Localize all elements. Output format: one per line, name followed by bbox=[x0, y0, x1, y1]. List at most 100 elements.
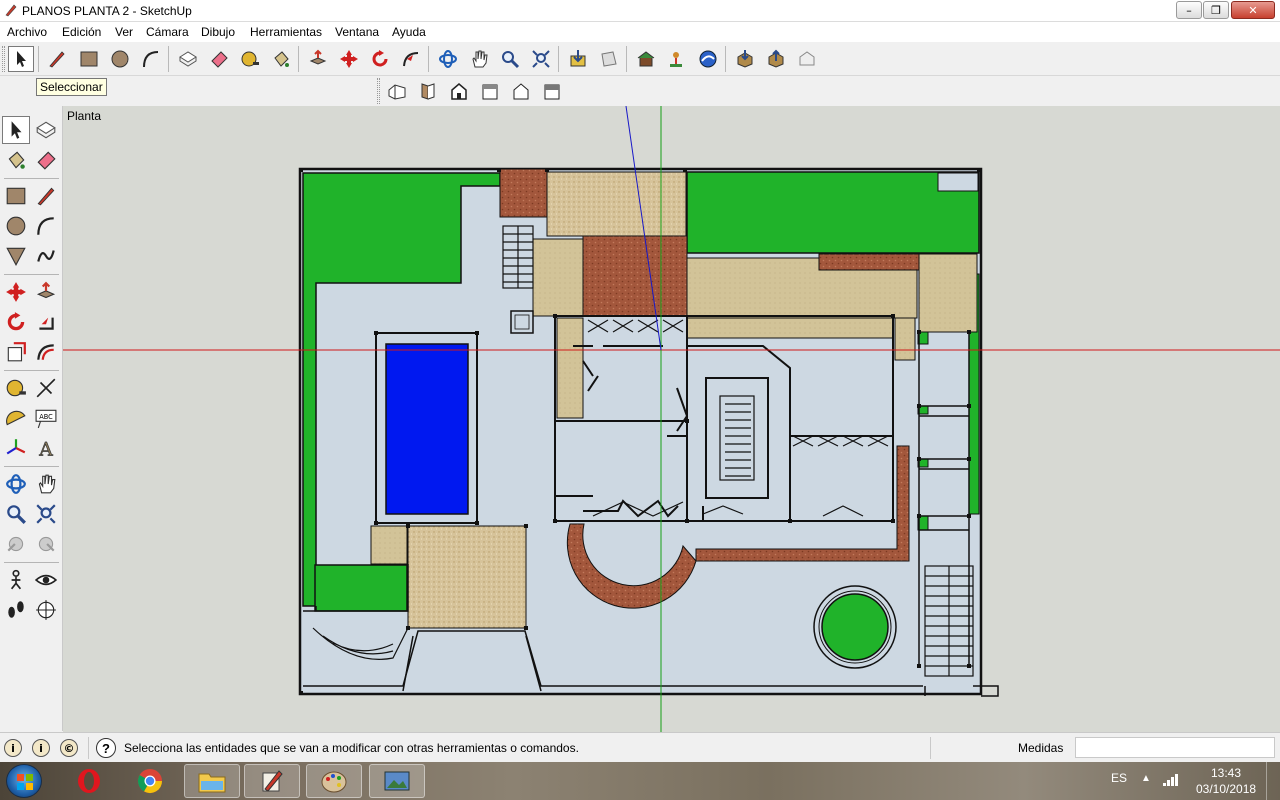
help-icon[interactable]: ? bbox=[96, 738, 116, 758]
freehand-tool[interactable] bbox=[32, 242, 60, 270]
user-account-icon[interactable]: © bbox=[60, 739, 78, 757]
top-view-button[interactable] bbox=[415, 78, 441, 104]
tape-measure-tool[interactable] bbox=[2, 374, 30, 402]
start-button[interactable] bbox=[6, 764, 42, 798]
follow-me-tool[interactable] bbox=[32, 308, 60, 336]
component-upload-button[interactable] bbox=[763, 46, 789, 72]
push-pull-tool[interactable] bbox=[32, 278, 60, 306]
zoom-window-icon bbox=[36, 504, 56, 524]
tape-measure-button[interactable] bbox=[237, 46, 263, 72]
show-desktop-button[interactable] bbox=[1266, 762, 1280, 800]
minimize-button[interactable]: – bbox=[1176, 1, 1202, 19]
paint-taskbar-button[interactable] bbox=[306, 764, 362, 798]
menu-camara[interactable]: Cámara bbox=[146, 25, 189, 39]
line-tool-button[interactable] bbox=[44, 46, 70, 72]
measurements-input[interactable] bbox=[1075, 737, 1275, 758]
make-component-tool[interactable] bbox=[32, 116, 60, 144]
front-view-button[interactable] bbox=[446, 78, 472, 104]
orbit-tool[interactable] bbox=[2, 470, 30, 498]
orbit-tool-button[interactable] bbox=[435, 46, 461, 72]
paint-bucket-tool[interactable] bbox=[2, 146, 30, 174]
offset-tool[interactable] bbox=[32, 338, 60, 366]
pan-tool[interactable] bbox=[32, 470, 60, 498]
network-signal-icon[interactable] bbox=[1163, 774, 1179, 786]
left-view-button[interactable] bbox=[539, 78, 565, 104]
right-house-icon bbox=[482, 84, 498, 100]
zoom-tool[interactable] bbox=[2, 500, 30, 528]
modeling-viewport[interactable]: Planta bbox=[63, 106, 1280, 732]
floor-plan-drawing[interactable] bbox=[63, 106, 1280, 732]
menu-ver[interactable]: Ver bbox=[115, 25, 133, 39]
views-toolbar-grip[interactable] bbox=[377, 78, 380, 104]
menu-ayuda[interactable]: Ayuda bbox=[392, 25, 426, 39]
clock-time[interactable]: 13:43 bbox=[1211, 766, 1241, 780]
previous-view-tool[interactable] bbox=[2, 530, 30, 558]
3d-text-tool[interactable]: A bbox=[32, 434, 60, 462]
section-plane-tool[interactable] bbox=[32, 596, 60, 624]
warehouse-button[interactable] bbox=[633, 46, 659, 72]
eraser-tool-button[interactable] bbox=[206, 46, 232, 72]
arrow-cursor-icon bbox=[17, 51, 26, 67]
extension-warehouse-button[interactable] bbox=[794, 46, 820, 72]
credits-icon[interactable]: i bbox=[32, 739, 50, 757]
polygon-tool[interactable] bbox=[2, 242, 30, 270]
menu-archivo[interactable]: Archivo bbox=[7, 25, 47, 39]
zoom-tool-button[interactable] bbox=[497, 46, 523, 72]
eraser-tool[interactable] bbox=[32, 146, 60, 174]
iso-view-button[interactable] bbox=[384, 78, 410, 104]
rectangle-tool-button[interactable] bbox=[76, 46, 102, 72]
protractor-tool[interactable] bbox=[2, 404, 30, 432]
circle-tool[interactable] bbox=[2, 212, 30, 240]
follow-me-button[interactable] bbox=[398, 46, 424, 72]
paint-bucket-button[interactable] bbox=[268, 46, 294, 72]
geolocation-icon[interactable]: i bbox=[4, 739, 22, 757]
pan-tool-button[interactable] bbox=[466, 46, 492, 72]
walk-tool[interactable] bbox=[2, 596, 30, 624]
circle-tool-button[interactable] bbox=[107, 46, 133, 72]
dimension-tool[interactable] bbox=[32, 374, 60, 402]
rotate-tool-button[interactable] bbox=[367, 46, 393, 72]
sketchup-taskbar-button[interactable] bbox=[244, 764, 300, 798]
menu-ventana[interactable]: Ventana bbox=[335, 25, 379, 39]
zoom-extents-button[interactable] bbox=[528, 46, 554, 72]
photo-viewer-taskbar-button[interactable] bbox=[369, 764, 425, 798]
close-button[interactable]: ✕ bbox=[1231, 1, 1275, 19]
get-models-button[interactable] bbox=[565, 46, 591, 72]
chrome-taskbar-button[interactable] bbox=[122, 764, 178, 798]
toolbar-grip[interactable] bbox=[2, 46, 5, 72]
tray-expand-icon[interactable]: ▲ bbox=[1141, 773, 1151, 785]
zoom-window-tool[interactable] bbox=[32, 500, 60, 528]
move-tool[interactable] bbox=[2, 278, 30, 306]
move-tool-button[interactable] bbox=[336, 46, 362, 72]
share-model-button[interactable] bbox=[596, 46, 622, 72]
text-tool[interactable]: ABC bbox=[32, 404, 60, 432]
select-tool[interactable] bbox=[2, 116, 30, 144]
arc-tool-button[interactable] bbox=[138, 46, 164, 72]
scale-tool[interactable] bbox=[2, 338, 30, 366]
explorer-taskbar-button[interactable] bbox=[184, 764, 240, 798]
axes-tool[interactable] bbox=[2, 434, 30, 462]
right-view-button[interactable] bbox=[477, 78, 503, 104]
next-view-tool[interactable] bbox=[32, 530, 60, 558]
menu-dibujo[interactable]: Dibujo bbox=[201, 25, 235, 39]
component-download-button[interactable] bbox=[732, 46, 758, 72]
arc-tool[interactable] bbox=[32, 212, 60, 240]
make-component-button[interactable] bbox=[175, 46, 201, 72]
push-pull-button[interactable] bbox=[305, 46, 331, 72]
add-location-button[interactable] bbox=[664, 46, 690, 72]
select-tool-button[interactable] bbox=[8, 46, 34, 72]
menu-edicion[interactable]: Edición bbox=[62, 25, 101, 39]
line-tool[interactable] bbox=[32, 182, 60, 210]
menu-herramientas[interactable]: Herramientas bbox=[250, 25, 322, 39]
opera-taskbar-button[interactable] bbox=[61, 764, 117, 798]
rotate-tool[interactable] bbox=[2, 308, 30, 336]
back-view-button[interactable] bbox=[508, 78, 534, 104]
clock-date[interactable]: 03/10/2018 bbox=[1196, 782, 1256, 796]
share-model-icon bbox=[601, 51, 617, 67]
keyboard-language[interactable]: ES bbox=[1111, 771, 1127, 785]
position-camera-tool[interactable] bbox=[2, 566, 30, 594]
rectangle-tool[interactable] bbox=[2, 182, 30, 210]
maximize-button[interactable]: ❐ bbox=[1203, 1, 1229, 19]
extension-button[interactable] bbox=[695, 46, 721, 72]
look-around-tool[interactable] bbox=[32, 566, 60, 594]
